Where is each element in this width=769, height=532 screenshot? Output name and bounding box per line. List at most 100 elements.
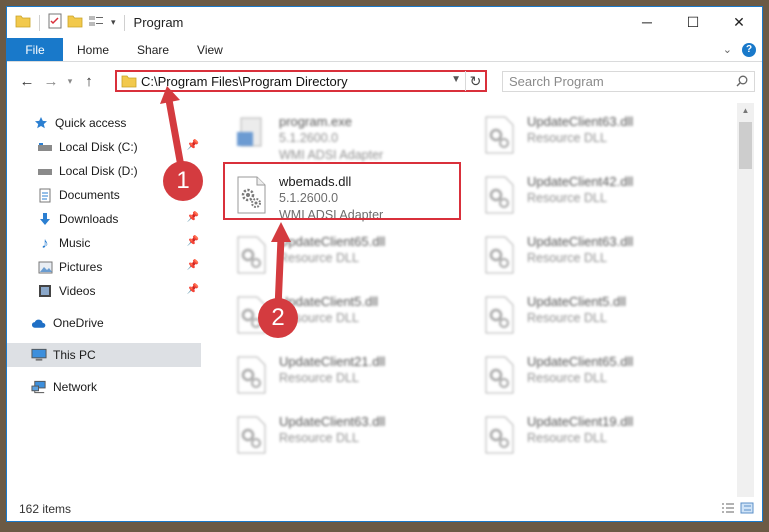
address-row: ← → ▾ ↑ C:\Program Files\Program Directo… [7, 65, 762, 97]
file-name: UpdateClient21.dll [279, 354, 386, 369]
window-title: Program [133, 15, 184, 30]
pin-icon[interactable]: 📌 [187, 236, 199, 247]
address-path: C:\Program Files\Program Directory [141, 73, 348, 89]
file-item[interactable]: UpdateClient65.dll Resource DLL [479, 349, 719, 405]
dll-gear-icon [483, 356, 517, 398]
qat-dropdown-icon[interactable]: ▾ [111, 17, 116, 28]
file-description: Resource DLL [279, 371, 359, 385]
dll-gear-icon [235, 416, 269, 458]
file-name: UpdateClient19.dll [527, 414, 634, 429]
drive-icon [37, 163, 53, 179]
file-item[interactable]: program.exe 5.1.2600.0 WMI ADSI Adapter [231, 109, 471, 165]
help-icon[interactable]: ? [742, 42, 756, 57]
recent-locations-icon[interactable]: ▾ [63, 76, 77, 87]
file-item[interactable]: UpdateClient21.dll Resource DLL [231, 349, 471, 405]
videos-icon [37, 283, 53, 299]
downloads-icon [37, 211, 53, 227]
dll-gear-icon [235, 356, 269, 398]
divider [123, 14, 125, 31]
nav-label: This PC [53, 348, 96, 362]
refresh-icon[interactable]: ↻ [465, 71, 485, 91]
pin-icon[interactable]: 📌 [187, 212, 199, 223]
network-icon [31, 379, 47, 395]
nav-onedrive[interactable]: OneDrive [31, 311, 104, 335]
tab-home[interactable]: Home [63, 38, 123, 61]
file-description: Resource DLL [527, 251, 607, 265]
file-item[interactable]: UpdateClient63.dll Resource DLL [231, 409, 471, 465]
pictures-icon [37, 259, 53, 275]
properties-icon[interactable] [48, 13, 62, 32]
dll-gear-icon [483, 416, 517, 458]
nav-pictures[interactable]: Pictures 📌 [37, 255, 199, 279]
file-item[interactable]: UpdateClient63.dll Resource DLL [479, 109, 719, 165]
nav-label: Music [59, 236, 91, 250]
pin-icon[interactable]: 📌 [187, 140, 199, 151]
dll-gear-icon [483, 176, 517, 218]
expand-ribbon-icon[interactable]: ⌄ [723, 43, 732, 56]
tab-share[interactable]: Share [123, 38, 183, 61]
file-name: UpdateClient63.dll [527, 234, 634, 249]
quick-access-toolbar: ▾ [7, 13, 128, 32]
dll-gear-icon [235, 236, 269, 278]
pin-icon[interactable]: 📌 [187, 260, 199, 271]
nav-label: Videos [59, 284, 96, 298]
close-button[interactable]: ✕ [716, 7, 762, 37]
title-bar: ▾ Program ─ ☐ ✕ [7, 7, 762, 38]
tab-view[interactable]: View [183, 38, 237, 61]
file-description: Resource DLL [527, 371, 607, 385]
tab-file[interactable]: File [7, 38, 63, 61]
step-2-badge: 2 [258, 298, 298, 338]
file-item[interactable]: UpdateClient5.dll Resource DLL [479, 289, 719, 345]
status-bar: 162 items [7, 497, 762, 521]
new-folder-icon[interactable] [67, 14, 83, 31]
file-item[interactable]: UpdateClient42.dll Resource DLL [479, 169, 719, 225]
explorer-window: ▾ Program ─ ☐ ✕ File Home Share View ⌄ ?… [6, 6, 763, 522]
file-item[interactable]: UpdateClient65.dll Resource DLL [231, 229, 471, 285]
file-version: 5.1.2600.0 [279, 131, 339, 145]
scrollbar-thumb[interactable] [739, 122, 752, 169]
tiles-view-icon[interactable] [740, 502, 754, 517]
forward-arrow-icon[interactable]: → [39, 73, 63, 90]
file-description: Resource DLL [279, 251, 359, 265]
nav-videos[interactable]: Videos 📌 [37, 279, 199, 303]
file-description: Resource DLL [527, 131, 607, 145]
chevron-down-icon[interactable]: ▼ [451, 74, 461, 85]
search-input[interactable]: Search Program [502, 71, 755, 92]
view-options-icon[interactable] [88, 14, 106, 31]
drive-icon [37, 139, 53, 155]
minimize-button[interactable]: ─ [624, 7, 670, 37]
nav-this-pc[interactable]: This PC [31, 343, 96, 367]
file-name: UpdateClient42.dll [527, 174, 634, 189]
divider [39, 14, 40, 31]
documents-icon [37, 187, 53, 203]
vertical-scrollbar[interactable]: ▲ [737, 103, 754, 497]
music-icon: ♪ [41, 234, 49, 252]
file-name: UpdateClient63.dll [527, 114, 634, 129]
file-item[interactable]: UpdateClient63.dll Resource DLL [479, 229, 719, 285]
maximize-button[interactable]: ☐ [670, 7, 716, 37]
file-item[interactable]: UpdateClient19.dll Resource DLL [479, 409, 719, 465]
nav-label: Network [53, 380, 98, 394]
back-arrow-icon[interactable]: ← [15, 73, 39, 90]
file-description: Resource DLL [527, 431, 607, 445]
pin-icon[interactable]: 📌 [187, 284, 199, 295]
nav-label: Downloads [59, 212, 119, 226]
scroll-up-icon[interactable]: ▲ [737, 103, 754, 119]
address-bar[interactable]: C:\Program Files\Program Directory ▼ ↻ [115, 70, 487, 92]
dll-gear-icon [483, 116, 517, 158]
item-count: 162 items [19, 502, 72, 516]
ribbon-tabs: File Home Share View ⌄ ? [7, 38, 762, 62]
nav-label: Local Disk (C:) [59, 140, 138, 154]
nav-downloads[interactable]: Downloads 📌 [37, 207, 199, 231]
up-arrow-icon[interactable]: ↑ [77, 73, 101, 90]
file-name: program.exe [279, 114, 352, 129]
file-description: Resource DLL [279, 431, 359, 445]
nav-label: OneDrive [53, 316, 104, 330]
nav-quick-access[interactable]: Quick access [33, 111, 126, 135]
nav-music[interactable]: ♪ Music 📌 [37, 231, 199, 255]
details-view-icon[interactable] [721, 502, 735, 517]
nav-network[interactable]: Network [31, 375, 97, 399]
file-name: UpdateClient65.dll [527, 354, 634, 369]
nav-local-disk-c[interactable]: Local Disk (C:) 📌 [37, 135, 199, 159]
dll-gear-icon [483, 296, 517, 338]
